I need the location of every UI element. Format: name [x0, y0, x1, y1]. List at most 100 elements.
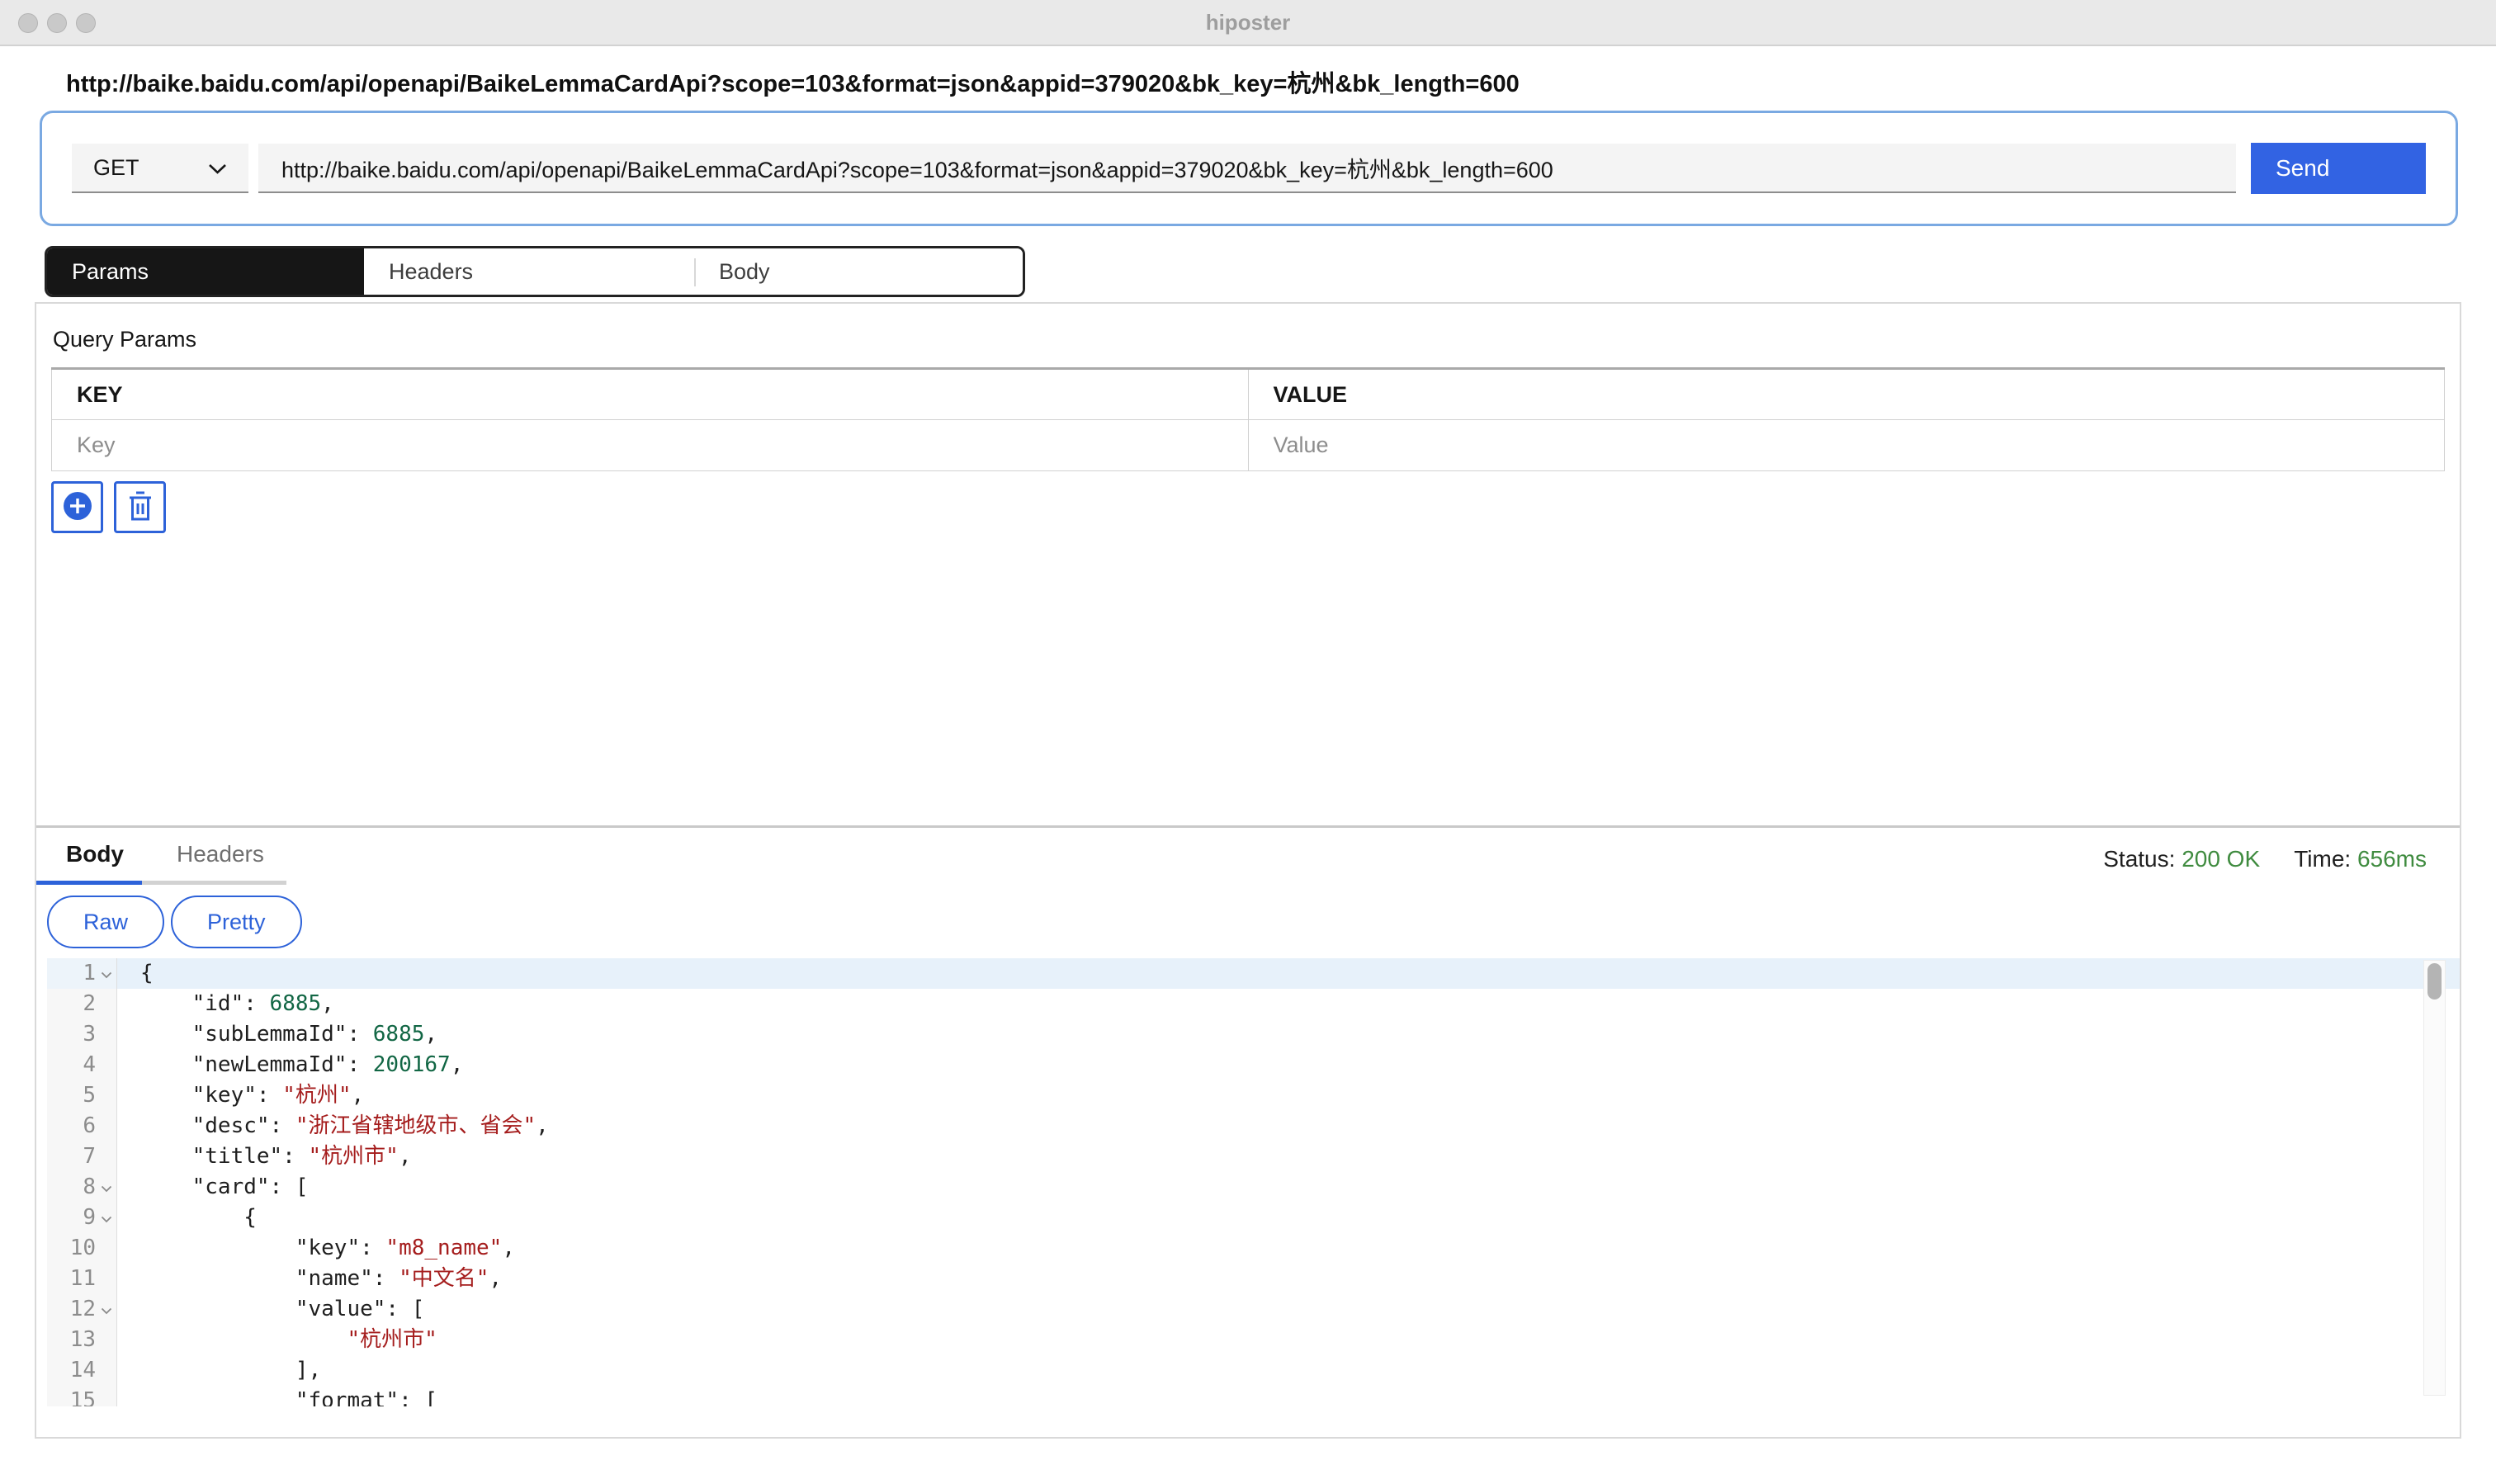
code-gutter: 3	[47, 1019, 117, 1050]
fold-chevron-icon[interactable]	[96, 1172, 116, 1203]
line-number: 4	[47, 1050, 96, 1080]
window-title: hiposter	[0, 0, 2496, 45]
code-line: 15 "format": [	[47, 1386, 2460, 1406]
line-number: 2	[47, 989, 96, 1019]
code-line-text: "value": [	[117, 1294, 424, 1325]
plus-circle-icon	[62, 490, 93, 524]
pretty-button[interactable]: Pretty	[171, 896, 302, 948]
fold-gutter-spacer	[96, 1111, 116, 1141]
code-line-text: "desc": "浙江省辖地级市、省会",	[117, 1111, 549, 1141]
status-value: 200 OK	[2182, 846, 2260, 872]
value-column-header: VALUE	[1248, 369, 2445, 420]
chevron-down-icon	[208, 155, 227, 181]
line-number: 11	[47, 1264, 96, 1294]
trash-icon	[125, 489, 155, 525]
param-key-input[interactable]	[52, 422, 1248, 470]
response-status-line: Status: 200 OK Time: 656ms	[2103, 846, 2427, 872]
query-params-section: Query Params KEY VALUE	[36, 304, 2460, 828]
code-line-text: "杭州市"	[117, 1325, 437, 1355]
fold-gutter-spacer	[96, 1080, 116, 1111]
line-number: 5	[47, 1080, 96, 1111]
window-titlebar: hiposter	[0, 0, 2496, 46]
fold-gutter-spacer	[96, 989, 116, 1019]
fold-chevron-icon[interactable]	[96, 1294, 116, 1325]
code-gutter: 13	[47, 1325, 117, 1355]
fold-gutter-spacer	[96, 1233, 116, 1264]
fold-chevron-icon[interactable]	[96, 958, 116, 989]
code-line: 12 "value": [	[47, 1294, 2460, 1325]
scrollbar-thumb[interactable]	[2427, 963, 2442, 1000]
delete-param-button[interactable]	[114, 481, 166, 533]
code-line: 10 "key": "m8_name",	[47, 1233, 2460, 1264]
param-actions	[51, 481, 2445, 533]
code-gutter: 15	[47, 1386, 117, 1406]
code-gutter: 6	[47, 1111, 117, 1141]
tab-headers[interactable]: Headers	[364, 248, 694, 295]
close-button[interactable]	[18, 13, 38, 33]
url-input[interactable]	[258, 144, 2236, 193]
code-gutter: 4	[47, 1050, 117, 1080]
zoom-button[interactable]	[76, 13, 96, 33]
line-number: 6	[47, 1111, 96, 1141]
code-line: 2 "id": 6885,	[47, 989, 2460, 1019]
line-number: 3	[47, 1019, 96, 1050]
tab-body[interactable]: Body	[694, 248, 1023, 295]
tab-params[interactable]: Params	[47, 248, 364, 295]
response-section: Body Headers Status: 200 OK Time: 656ms …	[36, 828, 2460, 1434]
code-line: 3 "subLemmaId": 6885,	[47, 1019, 2460, 1050]
code-gutter: 14	[47, 1355, 117, 1386]
code-line-text: ],	[117, 1355, 321, 1386]
code-line: 11 "name": "中文名",	[47, 1264, 2460, 1294]
code-line: 4 "newLemmaId": 200167,	[47, 1050, 2460, 1080]
code-line-text: "name": "中文名",	[117, 1264, 502, 1294]
query-params-table: KEY VALUE	[51, 367, 2445, 471]
time-label: Time:	[2294, 846, 2351, 872]
query-params-title: Query Params	[53, 327, 2445, 352]
code-line: 8 "card": [	[47, 1172, 2460, 1203]
minimize-button[interactable]	[47, 13, 67, 33]
request-url-headline: http://baike.baidu.com/api/openapi/Baike…	[66, 64, 2446, 99]
send-button[interactable]: Send	[2251, 143, 2426, 194]
code-gutter: 8	[47, 1172, 117, 1203]
code-line: 5 "key": "杭州",	[47, 1080, 2460, 1111]
code-line-text: {	[117, 958, 154, 989]
raw-button[interactable]: Raw	[47, 896, 164, 948]
method-select[interactable]: GET	[72, 144, 248, 193]
response-tab-headers[interactable]: Headers	[142, 828, 286, 885]
line-number: 12	[47, 1294, 96, 1325]
param-value-input[interactable]	[1249, 422, 2445, 470]
line-number: 15	[47, 1386, 96, 1406]
add-param-button[interactable]	[51, 481, 103, 533]
fold-gutter-spacer	[96, 1141, 116, 1172]
code-line-text: "newLemmaId": 200167,	[117, 1050, 463, 1080]
code-line-text: "id": 6885,	[117, 989, 334, 1019]
table-header-row: KEY VALUE	[52, 369, 2445, 420]
response-view-toggle: Raw Pretty	[47, 896, 2460, 948]
response-tab-body[interactable]: Body	[36, 828, 142, 885]
code-gutter: 9	[47, 1203, 117, 1233]
code-line-text: "subLemmaId": 6885,	[117, 1019, 437, 1050]
line-number: 10	[47, 1233, 96, 1264]
code-line-text: "key": "m8_name",	[117, 1233, 515, 1264]
code-line-text: "key": "杭州",	[117, 1080, 364, 1111]
fold-gutter-spacer	[96, 1264, 116, 1294]
fold-chevron-icon[interactable]	[96, 1203, 116, 1233]
code-gutter: 5	[47, 1080, 117, 1111]
code-gutter: 12	[47, 1294, 117, 1325]
method-select-value: GET	[93, 155, 139, 181]
fold-gutter-spacer	[96, 1355, 116, 1386]
code-line: 14 ],	[47, 1355, 2460, 1386]
line-number: 1	[47, 958, 96, 989]
line-number: 7	[47, 1141, 96, 1172]
fold-gutter-spacer	[96, 1325, 116, 1355]
line-number: 13	[47, 1325, 96, 1355]
main-panel: Query Params KEY VALUE	[35, 302, 2461, 1439]
status-label: Status:	[2103, 846, 2175, 872]
code-line-text: {	[117, 1203, 257, 1233]
code-scrollbar[interactable]	[2423, 960, 2446, 1396]
line-number: 14	[47, 1355, 96, 1386]
line-number: 8	[47, 1172, 96, 1203]
code-line: 1{	[47, 958, 2460, 989]
code-line: 13 "杭州市"	[47, 1325, 2460, 1355]
code-gutter: 1	[47, 958, 117, 989]
